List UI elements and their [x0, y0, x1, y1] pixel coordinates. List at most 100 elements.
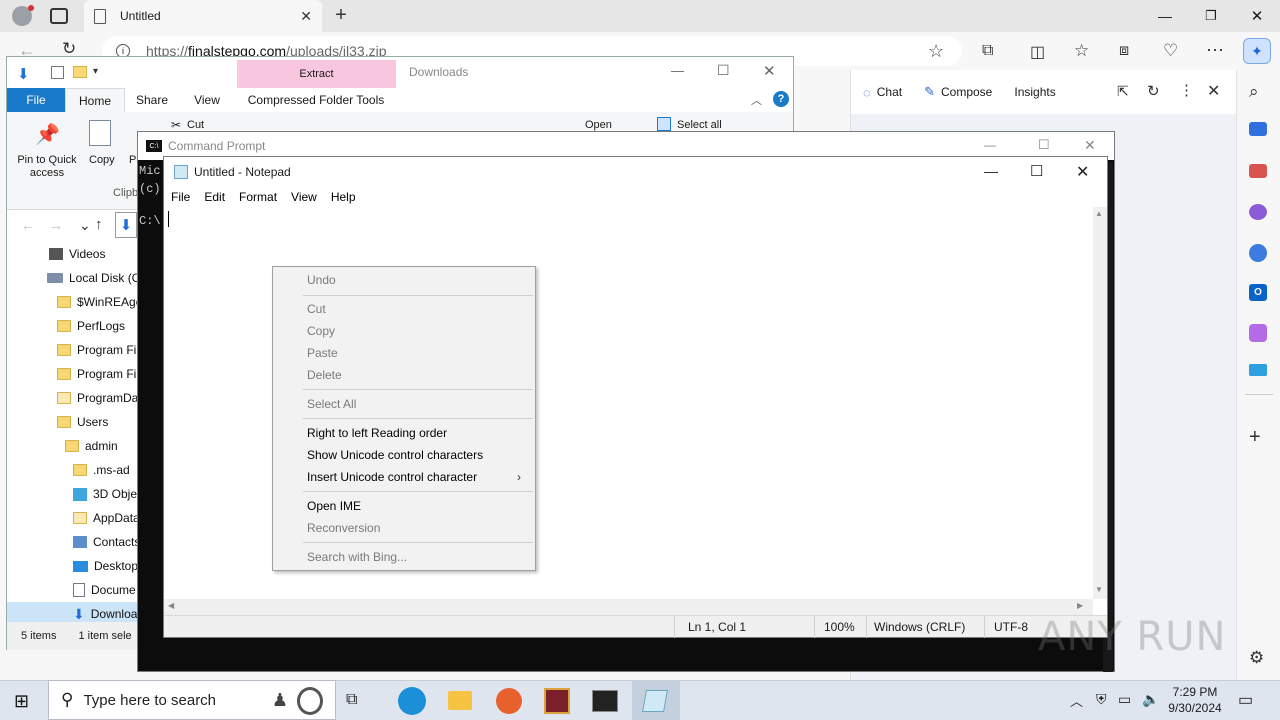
notifications-icon[interactable]: ▭ [1238, 690, 1253, 710]
task-view-icon[interactable]: ⧉ [346, 691, 357, 709]
security-icon[interactable]: ⛨ [1096, 691, 1107, 708]
horizontal-scrollbar[interactable]: ◀ ▶ [164, 599, 1093, 615]
scroll-left-icon[interactable]: ◀ [168, 601, 174, 610]
maximize-icon[interactable]: ☐ [717, 62, 730, 79]
favorite-star-icon[interactable]: ☆ [928, 41, 944, 62]
tree-item-winreagent[interactable]: $WinREAge [7, 290, 157, 314]
copilot-close-icon[interactable]: ✕ [1207, 81, 1220, 101]
tree-item-programdata[interactable]: ProgramDa [7, 386, 157, 410]
volume-icon[interactable]: 🔈 [1142, 691, 1159, 708]
copilot-more-icon[interactable]: ⋮ [1179, 81, 1194, 99]
send-icon[interactable] [1249, 364, 1267, 376]
context-item-select-all[interactable]: Select All [275, 393, 533, 415]
context-item-show-unicode[interactable]: Show Unicode control characters [275, 444, 533, 466]
minimize-icon[interactable]: — [1150, 4, 1180, 28]
menu-view[interactable]: View [291, 190, 317, 204]
tree-item-users[interactable]: Users [7, 410, 157, 434]
context-item-insert-unicode[interactable]: Insert Unicode control character › [275, 466, 533, 488]
help-icon[interactable]: ? [773, 91, 789, 107]
search-icon[interactable]: ⌕ [1249, 82, 1259, 102]
copilot-icon[interactable]: ✦ [1243, 38, 1271, 64]
file-explorer-taskbar-icon[interactable] [448, 691, 472, 710]
new-folder-icon[interactable] [73, 66, 87, 78]
shopping-icon[interactable] [1249, 122, 1267, 136]
new-tab-icon[interactable]: + [330, 4, 352, 26]
favorites-icon[interactable]: ☆ [1074, 41, 1089, 61]
settings-more-icon[interactable]: ⋯ [1206, 40, 1224, 61]
close-window-icon[interactable]: ✕ [1084, 137, 1096, 154]
tree-item-appdata[interactable]: AppData [7, 506, 157, 530]
close-window-icon[interactable]: ✕ [1076, 162, 1089, 182]
close-tab-icon[interactable]: ✕ [300, 8, 312, 25]
close-window-icon[interactable]: ✕ [1242, 4, 1272, 28]
taskbar-search-box[interactable]: ⚲ Type here to search ♟ [48, 680, 336, 720]
copilot-chat-tab[interactable]: Chat [877, 85, 902, 99]
menu-file[interactable]: File [171, 190, 190, 204]
back-icon[interactable]: ← [21, 217, 35, 233]
copilot-compose-tab[interactable]: Compose [941, 85, 992, 99]
microsoft365-icon[interactable] [1249, 244, 1267, 262]
tree-item-documents[interactable]: Docume [7, 578, 157, 602]
minimize-icon[interactable]: — [984, 138, 996, 152]
select-all-button[interactable]: Select all [677, 119, 722, 131]
context-item-paste[interactable]: Paste [275, 342, 533, 364]
tree-item-program-files-x86[interactable]: Program Fil [7, 362, 157, 386]
collections-icon[interactable]: ⧈ [1119, 42, 1129, 60]
ribbon-tab-share[interactable]: Share [131, 88, 173, 112]
edge-taskbar-icon[interactable] [398, 687, 426, 715]
close-window-icon[interactable]: ✕ [763, 62, 776, 80]
menu-help[interactable]: Help [331, 190, 356, 204]
forward-icon[interactable]: → [49, 217, 63, 233]
context-item-copy[interactable]: Copy [275, 320, 533, 342]
cmd-taskbar-icon[interactable] [592, 690, 618, 712]
copilot-insights-tab[interactable]: Insights [1014, 85, 1055, 99]
collapse-ribbon-icon[interactable]: ︿ [751, 92, 762, 108]
tree-item-desktop[interactable]: Desktop [7, 554, 157, 578]
add-icon[interactable]: + [1249, 426, 1261, 449]
ribbon-tab-home[interactable]: Home [65, 88, 125, 112]
ribbon-tab-compressed-tools[interactable]: Compressed Folder Tools [239, 88, 393, 112]
copy-button[interactable]: Copy [89, 154, 115, 166]
tools-icon[interactable] [1249, 164, 1267, 178]
gear-icon[interactable]: ⚙ [1249, 648, 1264, 668]
browser-essentials-icon[interactable]: ♡ [1163, 41, 1178, 61]
ribbon-tab-view[interactable]: View [187, 88, 227, 112]
menu-edit[interactable]: Edit [204, 190, 225, 204]
open-new-tab-icon[interactable]: ⇱ [1117, 83, 1129, 100]
tree-item-videos[interactable]: Videos [7, 242, 157, 266]
extensions-icon[interactable]: ⧉ [982, 42, 993, 60]
context-item-delete[interactable]: Delete [275, 364, 533, 386]
tree-item-local-disk[interactable]: Local Disk (C [7, 266, 157, 290]
firefox-taskbar-icon[interactable] [496, 688, 522, 714]
show-hidden-icons-icon[interactable]: ︿ [1070, 691, 1083, 710]
split-screen-icon[interactable]: ◫ [1030, 42, 1045, 62]
context-item-cut[interactable]: Cut [275, 298, 533, 320]
restore-icon[interactable]: ❐ [1196, 4, 1226, 28]
outlook-icon[interactable]: O [1249, 284, 1267, 301]
maximize-icon[interactable]: ☐ [1038, 137, 1050, 153]
scroll-up-icon[interactable]: ▲ [1095, 209, 1103, 218]
browser-tab[interactable]: Untitled ✕ [84, 0, 322, 32]
network-icon[interactable]: ▭ [1118, 691, 1131, 708]
quick-access-dropdown-icon[interactable]: ▾ [93, 66, 98, 77]
recent-locations-icon[interactable]: ⌄ [79, 217, 91, 234]
maximize-icon[interactable]: ☐ [1030, 162, 1043, 180]
context-item-undo[interactable]: Undo [275, 269, 533, 291]
context-item-search-bing[interactable]: Search with Bing... [275, 546, 533, 568]
menu-format[interactable]: Format [239, 190, 277, 204]
winrar-taskbar-icon[interactable] [544, 688, 570, 714]
scroll-right-icon[interactable]: ▶ [1077, 601, 1083, 610]
minimize-icon[interactable]: — [671, 63, 684, 78]
ribbon-tab-file[interactable]: File [7, 88, 65, 112]
windows-start-icon[interactable]: ⊞ [14, 691, 29, 712]
properties-icon[interactable] [51, 66, 64, 79]
system-clock[interactable]: 7:29 PM 9/30/2024 [1162, 684, 1228, 716]
tree-item-3d-objects[interactable]: 3D Objec [7, 482, 157, 506]
tree-item-ms-ad[interactable]: .ms-ad [7, 458, 157, 482]
games-icon[interactable] [1249, 204, 1267, 220]
context-item-rtl-reading-order[interactable]: Right to left Reading order [275, 422, 533, 444]
tab-actions-icon[interactable] [50, 8, 68, 24]
tree-item-admin[interactable]: admin [7, 434, 157, 458]
context-item-open-ime[interactable]: Open IME [275, 495, 533, 517]
designer-icon[interactable] [1249, 324, 1267, 342]
